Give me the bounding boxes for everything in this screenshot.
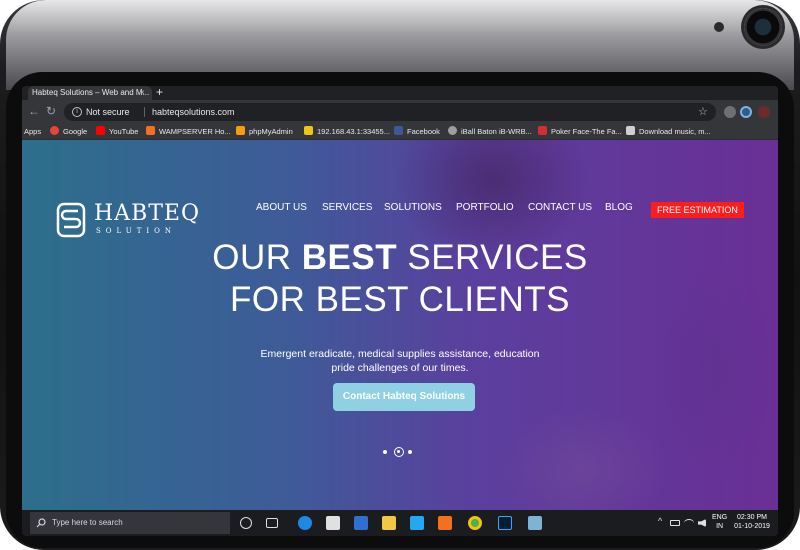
google-icon — [50, 126, 59, 135]
habteq-logo-icon — [56, 202, 86, 238]
bookmarks-bar: Apps Google YouTube WAMPSERVER Ho... php… — [22, 124, 778, 140]
bookmark-youtube[interactable]: YouTube — [96, 124, 138, 140]
poker-icon — [538, 126, 547, 135]
hero-description: Emergent eradicate, medical supplies ass… — [260, 348, 540, 374]
free-estimation-button[interactable]: FREE ESTIMATION — [651, 202, 744, 218]
vscode-icon[interactable] — [410, 516, 424, 530]
battery-icon[interactable] — [670, 520, 680, 526]
back-icon[interactable]: ← — [28, 104, 40, 118]
search-placeholder: Type here to search — [52, 518, 123, 527]
photoshop-icon[interactable] — [498, 516, 512, 530]
chrome-icon[interactable] — [468, 516, 482, 530]
website-hero: HABTEQ SOLUTION ABOUT US SERVICES SOLUTI… — [22, 140, 778, 510]
facebook-icon — [394, 126, 403, 135]
address-divider — [144, 107, 145, 117]
language-indicator[interactable]: ENG IN — [712, 513, 727, 531]
slider-dot-3[interactable] — [408, 450, 412, 454]
file-explorer-icon[interactable] — [382, 516, 396, 530]
camera-lens-icon — [744, 8, 782, 46]
taskbar-search-box[interactable]: Type here to search — [30, 512, 230, 534]
profile-avatar-icon[interactable] — [758, 106, 770, 118]
browser-tab[interactable]: Habteq Solutions – Web and M... × — [28, 86, 152, 100]
xampp-icon[interactable] — [438, 516, 452, 530]
nav-services[interactable]: SERVICES — [322, 202, 372, 213]
youtube-icon — [96, 126, 105, 135]
tablet-device-frame: Habteq Solutions – Web and M... × + ← ↻ … — [0, 0, 800, 550]
nav-blog[interactable]: BLOG — [605, 202, 633, 213]
chevron-up-icon[interactable]: ^ — [658, 516, 662, 526]
screen: Habteq Solutions – Web and M... × + ← ↻ … — [22, 86, 778, 536]
info-icon[interactable]: i — [72, 107, 82, 117]
new-tab-icon[interactable]: + — [156, 86, 163, 99]
extension-gear-icon[interactable] — [724, 106, 736, 118]
notepad-icon[interactable] — [528, 516, 542, 530]
reload-icon[interactable]: ↻ — [46, 104, 56, 118]
tab-title: Habteq Solutions – Web and M... — [32, 88, 150, 97]
browser-tab-strip: Habteq Solutions – Web and M... × + — [22, 86, 778, 100]
bookmark-ip-address[interactable]: 192.168.43.1:33455... — [304, 124, 390, 140]
bookmark-iball[interactable]: iBall Baton iB-WRB... — [448, 124, 532, 140]
iball-icon — [448, 126, 457, 135]
nav-contact-us[interactable]: CONTACT US — [528, 202, 592, 213]
edge-icon[interactable] — [298, 516, 312, 530]
bookmark-google[interactable]: Google — [50, 124, 87, 140]
windows-taskbar: Type here to search ^ ENG IN 02:30 PM 01… — [22, 510, 778, 536]
address-bar[interactable]: i Not secure habteqsolutions.com ☆ — [64, 103, 716, 121]
bookmark-poker-face[interactable]: Poker Face-The Fa... — [538, 124, 622, 140]
bookmark-apps[interactable]: Apps — [24, 124, 41, 140]
url-text[interactable]: habteqsolutions.com — [152, 103, 235, 121]
tab-close-icon[interactable]: × — [140, 86, 145, 100]
cortana-icon[interactable] — [240, 517, 252, 529]
taskbar-clock[interactable]: 02:30 PM 01-10-2019 — [730, 513, 774, 531]
volume-icon[interactable] — [698, 519, 706, 527]
download-icon — [626, 126, 635, 135]
slider-dot-1[interactable] — [383, 450, 387, 454]
hero-heading-line1: OUR BEST SERVICES — [212, 238, 588, 277]
store-icon[interactable] — [354, 516, 368, 530]
mail-icon[interactable] — [326, 516, 340, 530]
phpmyadmin-icon — [236, 126, 245, 135]
bookmark-download-music[interactable]: Download music, m... — [626, 124, 711, 140]
nav-solutions[interactable]: SOLUTIONS — [384, 202, 442, 213]
contact-habteq-button[interactable]: Contact Habteq Solutions — [333, 383, 475, 411]
bookmark-facebook[interactable]: Facebook — [394, 124, 440, 140]
bookmark-star-icon[interactable]: ☆ — [698, 103, 708, 121]
logo-wordmark: HABTEQ — [94, 201, 201, 226]
camera-flash — [714, 22, 724, 32]
server-icon — [304, 126, 313, 135]
logo-subtitle: SOLUTION — [96, 227, 176, 235]
security-status: Not secure — [86, 107, 130, 117]
hero-heading-line2: FOR BEST CLIENTS — [230, 280, 570, 319]
slider-dot-2-active[interactable] — [394, 447, 404, 457]
wifi-icon[interactable] — [684, 519, 694, 527]
search-icon — [36, 518, 46, 528]
nav-about-us[interactable]: ABOUT US — [256, 202, 307, 213]
site-logo[interactable]: HABTEQ SOLUTION — [56, 200, 216, 240]
bookmark-phpmyadmin[interactable]: phpMyAdmin — [236, 124, 293, 140]
wampserver-icon — [146, 126, 155, 135]
browser-toolbar: ← ↻ i Not secure habteqsolutions.com ☆ — [22, 100, 778, 124]
nav-portfolio[interactable]: PORTFOLIO — [456, 202, 514, 213]
task-view-icon[interactable] — [266, 518, 278, 528]
extension-icon[interactable] — [740, 106, 752, 118]
bookmark-wampserver[interactable]: WAMPSERVER Ho... — [146, 124, 231, 140]
